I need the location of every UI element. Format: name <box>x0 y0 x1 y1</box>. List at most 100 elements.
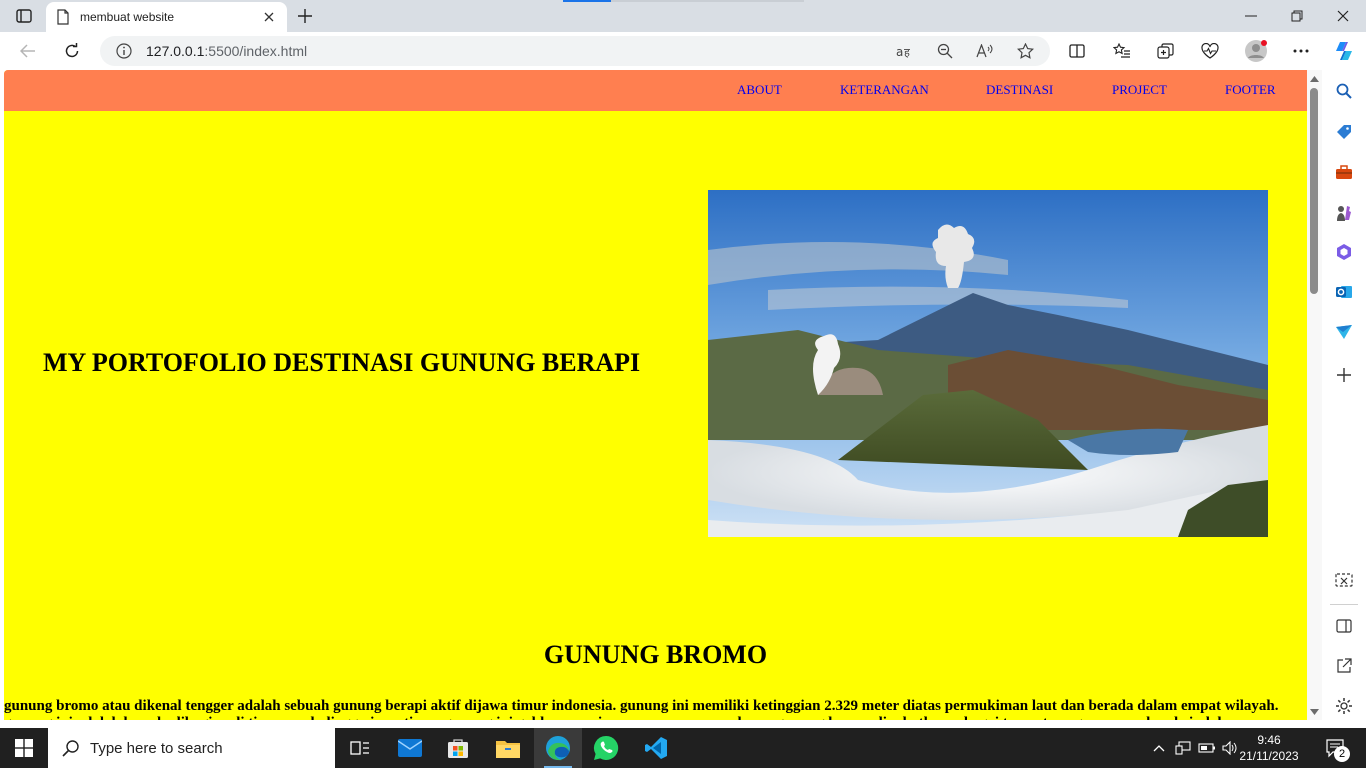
info-icon[interactable] <box>116 43 132 59</box>
plus-icon <box>1337 368 1351 382</box>
sidebar-games-button[interactable] <box>1332 201 1356 225</box>
search-icon <box>1336 83 1352 99</box>
scroll-down-button[interactable] <box>1309 707 1320 717</box>
vscode-icon <box>645 737 667 759</box>
mail-icon <box>398 739 422 757</box>
web-page: ABOUT KETERANGAN DESTINASI PROJECT FOOTE… <box>4 70 1307 720</box>
taskbar-store[interactable] <box>434 728 482 768</box>
minimize-button[interactable] <box>1228 0 1274 32</box>
scroll-up-button[interactable] <box>1309 74 1320 84</box>
microsoft365-icon <box>1337 244 1351 260</box>
tab-strip: membuat website <box>0 0 1366 32</box>
section-title: GUNUNG BROMO <box>543 640 768 669</box>
close-window-button[interactable] <box>1320 0 1366 32</box>
sidebar-outlook-button[interactable] <box>1332 280 1356 304</box>
windows-taskbar: Type here to search 9:46 21/11/2023 2 <box>0 728 1366 768</box>
translate-button[interactable]: aह <box>894 41 916 61</box>
task-view-icon <box>350 741 369 755</box>
notification-badge: 2 <box>1334 746 1350 762</box>
sidebar-search-button[interactable] <box>1332 79 1356 103</box>
nav-link-about[interactable]: ABOUT <box>737 82 782 98</box>
url-text: 127.0.0.1:5500/index.html <box>146 43 307 59</box>
address-bar[interactable]: 127.0.0.1:5500/index.html aह <box>100 36 1050 66</box>
svg-text:ह: ह <box>904 46 910 58</box>
taskbar-whatsapp[interactable] <box>582 728 630 768</box>
star-icon <box>1016 43 1034 59</box>
split-screen-icon <box>1069 44 1085 58</box>
more-icon <box>1293 49 1309 53</box>
browser-tab[interactable]: membuat website <box>46 2 287 32</box>
refresh-button[interactable] <box>57 37 87 65</box>
restore-button[interactable] <box>1274 0 1320 32</box>
sidebar-open-external-button[interactable] <box>1332 654 1356 678</box>
site-navbar: ABOUT KETERANGAN DESTINASI PROJECT FOOTE… <box>4 70 1307 111</box>
close-tab-button[interactable] <box>261 9 277 25</box>
taskbar-file-explorer[interactable] <box>484 728 532 768</box>
loading-track <box>611 0 804 2</box>
tab-actions-button[interactable] <box>8 4 40 28</box>
notification-center-button[interactable]: 2 <box>1316 728 1356 768</box>
sidebar-settings-button[interactable] <box>1332 694 1356 718</box>
close-window-icon <box>1337 10 1349 22</box>
nav-link-destinasi[interactable]: DESTINASI <box>986 82 1053 98</box>
browser-essentials-button[interactable] <box>1195 37 1225 65</box>
hero-title: MY PORTOFOLIO DESTINASI GUNUNG BERAPI <box>43 348 641 377</box>
screenshot-icon <box>1335 573 1353 587</box>
profile-button[interactable] <box>1241 37 1271 65</box>
task-view-button[interactable] <box>336 728 384 768</box>
clock-time: 9:46 <box>1257 733 1281 747</box>
copilot-button[interactable] <box>1329 37 1359 65</box>
sidebar-screenshot-button[interactable] <box>1332 569 1356 593</box>
folder-icon <box>496 741 520 758</box>
panel-icon <box>1336 619 1352 633</box>
back-button[interactable] <box>13 37 43 65</box>
sidebar-shopping-button[interactable] <box>1332 120 1356 144</box>
sidebar-add-button[interactable] <box>1332 363 1356 387</box>
tab-actions-icon <box>16 9 32 23</box>
taskbar-edge[interactable] <box>534 728 582 768</box>
triangle-up-icon <box>1310 76 1319 82</box>
toolbox-icon <box>1336 165 1352 179</box>
url-host: 127.0.0.1 <box>146 43 205 59</box>
taskbar-mail[interactable] <box>386 728 434 768</box>
network-status[interactable] <box>1172 728 1194 768</box>
taskbar-search-box[interactable]: Type here to search <box>48 728 335 768</box>
zoom-button[interactable] <box>934 41 956 61</box>
mount-bromo-photo <box>708 190 1268 537</box>
nav-link-footer[interactable]: FOOTER <box>1225 82 1276 98</box>
split-screen-button[interactable] <box>1062 37 1092 65</box>
sidebar-tools-button[interactable] <box>1332 160 1356 184</box>
read-aloud-icon <box>976 44 993 58</box>
tab-title: membuat website <box>80 10 175 24</box>
show-hidden-icons-button[interactable] <box>1150 728 1168 768</box>
favorite-button[interactable] <box>1014 41 1036 61</box>
taskbar-search-placeholder: Type here to search <box>90 739 223 757</box>
read-aloud-button[interactable] <box>974 41 996 61</box>
taskbar-vscode[interactable] <box>632 728 680 768</box>
edge-icon <box>546 736 570 761</box>
chevron-up-icon <box>1153 745 1165 752</box>
sidebar-drop-button[interactable] <box>1332 320 1356 344</box>
favorites-list-icon <box>1113 43 1130 58</box>
taskbar-clock[interactable]: 9:46 21/11/2023 <box>1236 728 1302 768</box>
sidebar-m365-button[interactable] <box>1332 240 1356 264</box>
translate-icon: aह <box>896 45 910 58</box>
sidebar-hide-button[interactable] <box>1332 614 1356 638</box>
settings-menu-button[interactable] <box>1286 37 1316 65</box>
scrollbar-thumb[interactable] <box>1310 88 1318 294</box>
new-tab-button[interactable] <box>292 5 318 27</box>
favorites-button[interactable] <box>1107 37 1137 65</box>
sidebar-divider <box>1330 604 1358 605</box>
page-scrollbar[interactable] <box>1307 70 1322 720</box>
search-icon <box>62 740 79 757</box>
copilot-icon <box>1336 42 1352 60</box>
nav-link-keterangan[interactable]: KETERANGAN <box>840 82 929 98</box>
plus-icon <box>298 9 312 23</box>
start-button[interactable] <box>0 728 48 768</box>
collections-button[interactable] <box>1151 37 1181 65</box>
zoom-out-icon <box>937 43 953 59</box>
battery-status[interactable] <box>1196 728 1218 768</box>
edge-sidebar <box>1322 70 1366 720</box>
loading-indicator <box>563 0 611 2</box>
nav-link-project[interactable]: PROJECT <box>1112 82 1167 98</box>
